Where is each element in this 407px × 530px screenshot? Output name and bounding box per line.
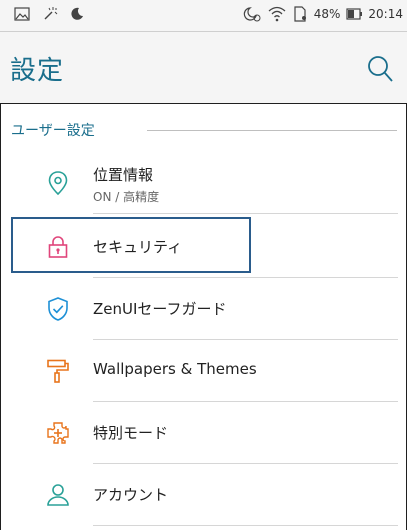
row-divider: [93, 213, 398, 214]
image-notification-icon: [14, 7, 30, 21]
lock-icon: [48, 236, 68, 258]
setting-item-wallpapers-themes[interactable]: Wallpapers & Themes: [1, 340, 406, 402]
setting-item-label: 特別モード: [93, 424, 169, 442]
status-bar: 48% 20:14: [0, 0, 407, 32]
setting-item-sublabel: ON / 高精度: [93, 190, 160, 204]
setting-item-label: Wallpapers & Themes: [93, 360, 257, 378]
settings-list: ユーザー設定 位置情報 ON / 高精度 セキュリティ ZenUIセーフガード …: [0, 104, 407, 530]
row-divider: [93, 525, 398, 526]
page-title: 設定: [10, 56, 65, 86]
setting-item-zenui-safeguard[interactable]: ZenUIセーフガード: [1, 278, 406, 340]
section-divider: [147, 130, 397, 131]
sim-card-icon: [292, 6, 308, 22]
setting-item-security[interactable]: セキュリティ: [1, 216, 406, 278]
setting-item-location[interactable]: 位置情報 ON / 高精度: [1, 152, 406, 214]
setting-item-account[interactable]: アカウント: [1, 464, 406, 526]
setting-item-special-mode[interactable]: 特別モード: [1, 402, 406, 464]
setting-item-label: ZenUIセーフガード: [93, 300, 227, 318]
app-header: 設定: [0, 32, 407, 104]
sparkle-icon: [42, 6, 58, 22]
person-icon: [47, 484, 69, 506]
setting-item-label: アカウント: [93, 486, 169, 504]
moon-icon: [70, 7, 84, 21]
battery-percent: 48%: [313, 7, 341, 21]
battery-icon: [346, 8, 363, 20]
puzzle-plus-icon: [47, 422, 69, 444]
paint-roller-icon: [47, 359, 69, 383]
search-button[interactable]: [365, 54, 395, 84]
alarm-moon-icon: [242, 6, 262, 22]
section-header: ユーザー設定: [11, 123, 95, 139]
location-pin-icon: [48, 171, 68, 196]
settings-screen: 48% 20:14 設定 ユーザー設定 位置情報 ON / 高精度 セキュリティ: [0, 0, 407, 530]
setting-item-label: セキュリティ: [93, 238, 183, 256]
search-icon: [368, 56, 393, 82]
shield-check-icon: [48, 297, 68, 321]
clock: 20:14: [368, 7, 403, 21]
wifi-icon: [268, 6, 286, 22]
setting-item-label: 位置情報: [93, 166, 154, 184]
